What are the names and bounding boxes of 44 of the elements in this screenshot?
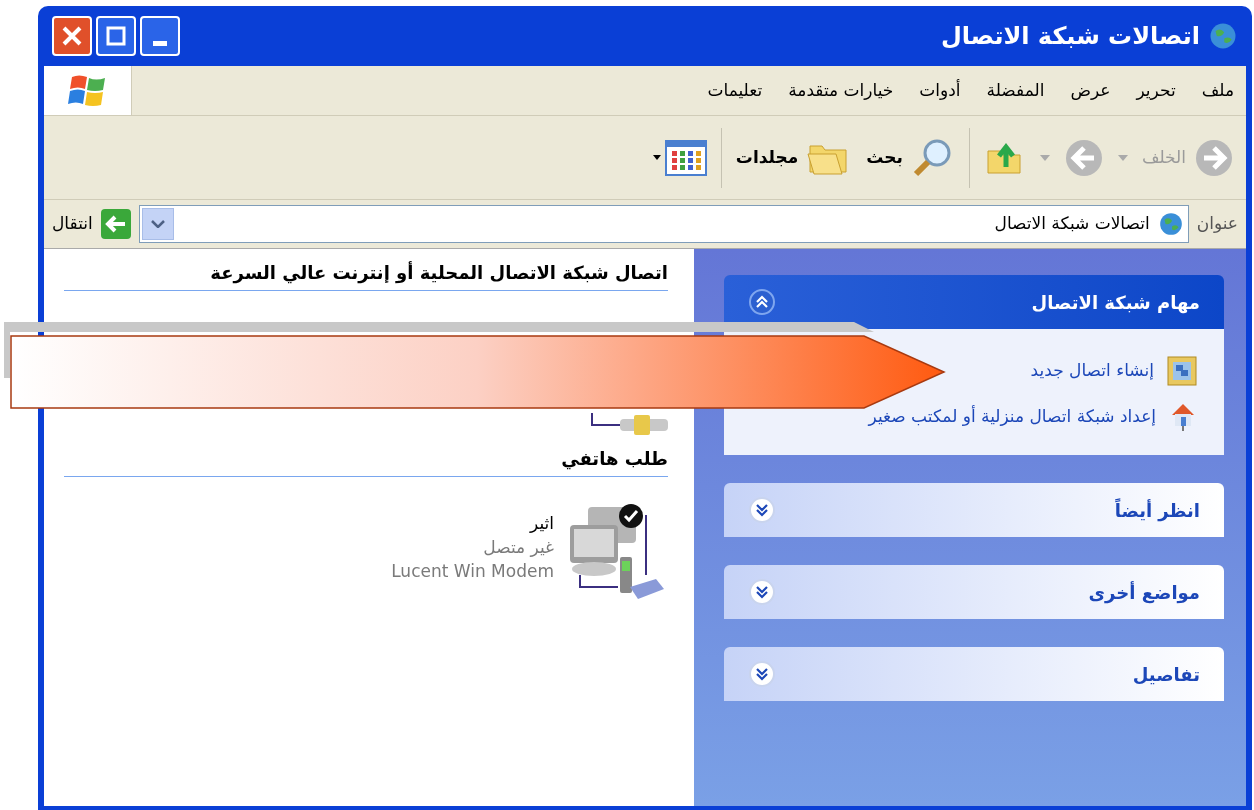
menu-item[interactable]: تحرير [1136,77,1176,104]
minimize-icon [153,41,167,46]
group-heading: اتصال شبكة الاتصال المحلية أو إنترنت عالي السرعة [210,262,668,283]
connection-status: غير متصل [482,536,554,559]
task-section-header[interactable]: مواضع أخرى [724,565,1224,619]
connection-name: اثير [528,512,554,535]
maximize-icon [105,25,127,47]
expand-icon[interactable] [748,578,776,606]
connection-wizard-icon [1166,355,1198,387]
section-title: انظر أيضاً [1113,497,1200,524]
dropdown-caret-icon [652,155,661,160]
views-button[interactable] [652,139,707,176]
group-heading: طلب هاتفي [561,448,668,469]
maximize-button[interactable] [96,16,136,56]
collapse-icon[interactable] [748,288,776,316]
menu-item[interactable]: ملف [1201,77,1234,104]
device-name: Lucent Win Modem [391,560,554,583]
address-field[interactable]: اتصالات شبكة الاتصال [138,205,1189,243]
task-section-header[interactable]: مهام شبكة الاتصال [724,275,1224,329]
task-link[interactable]: إنشاء اتصال جديد [1030,355,1154,385]
folders-button[interactable]: مجلدات [735,137,853,178]
minimize-button[interactable] [140,16,180,56]
expand-icon[interactable] [748,496,776,524]
close-icon [61,25,83,47]
task-section-header[interactable]: تفاصيل [724,647,1224,701]
globe-icon [1208,21,1238,51]
section-title: مواضع أخرى [1087,580,1200,606]
globe-icon [1157,211,1184,237]
menu-item[interactable]: تعليمات [707,77,763,104]
go-button[interactable]: انتقال [52,209,131,239]
menu-item[interactable]: المفضلة [986,77,1045,104]
task-section-header[interactable]: انظر أيضاً [724,483,1224,537]
section-title: مهام شبكة الاتصال [1030,290,1200,316]
views-grid-icon [664,139,707,176]
task-link[interactable]: إعداد شبكة اتصال منزلية أو لمكتب صغير [868,401,1156,431]
close-button[interactable] [52,16,92,56]
menu-item[interactable]: عرض [1070,77,1111,104]
search-button[interactable]: بحث [866,135,955,180]
menu-item[interactable]: أدوات [919,77,961,104]
expand-icon[interactable] [748,660,776,688]
section-title: تفاصيل [1131,662,1200,687]
menu-item[interactable]: خيارات متقدمة [788,77,894,104]
address-label: عنوان [1196,212,1238,236]
window-title: اتصالات شبكة الاتصال [939,21,1200,52]
